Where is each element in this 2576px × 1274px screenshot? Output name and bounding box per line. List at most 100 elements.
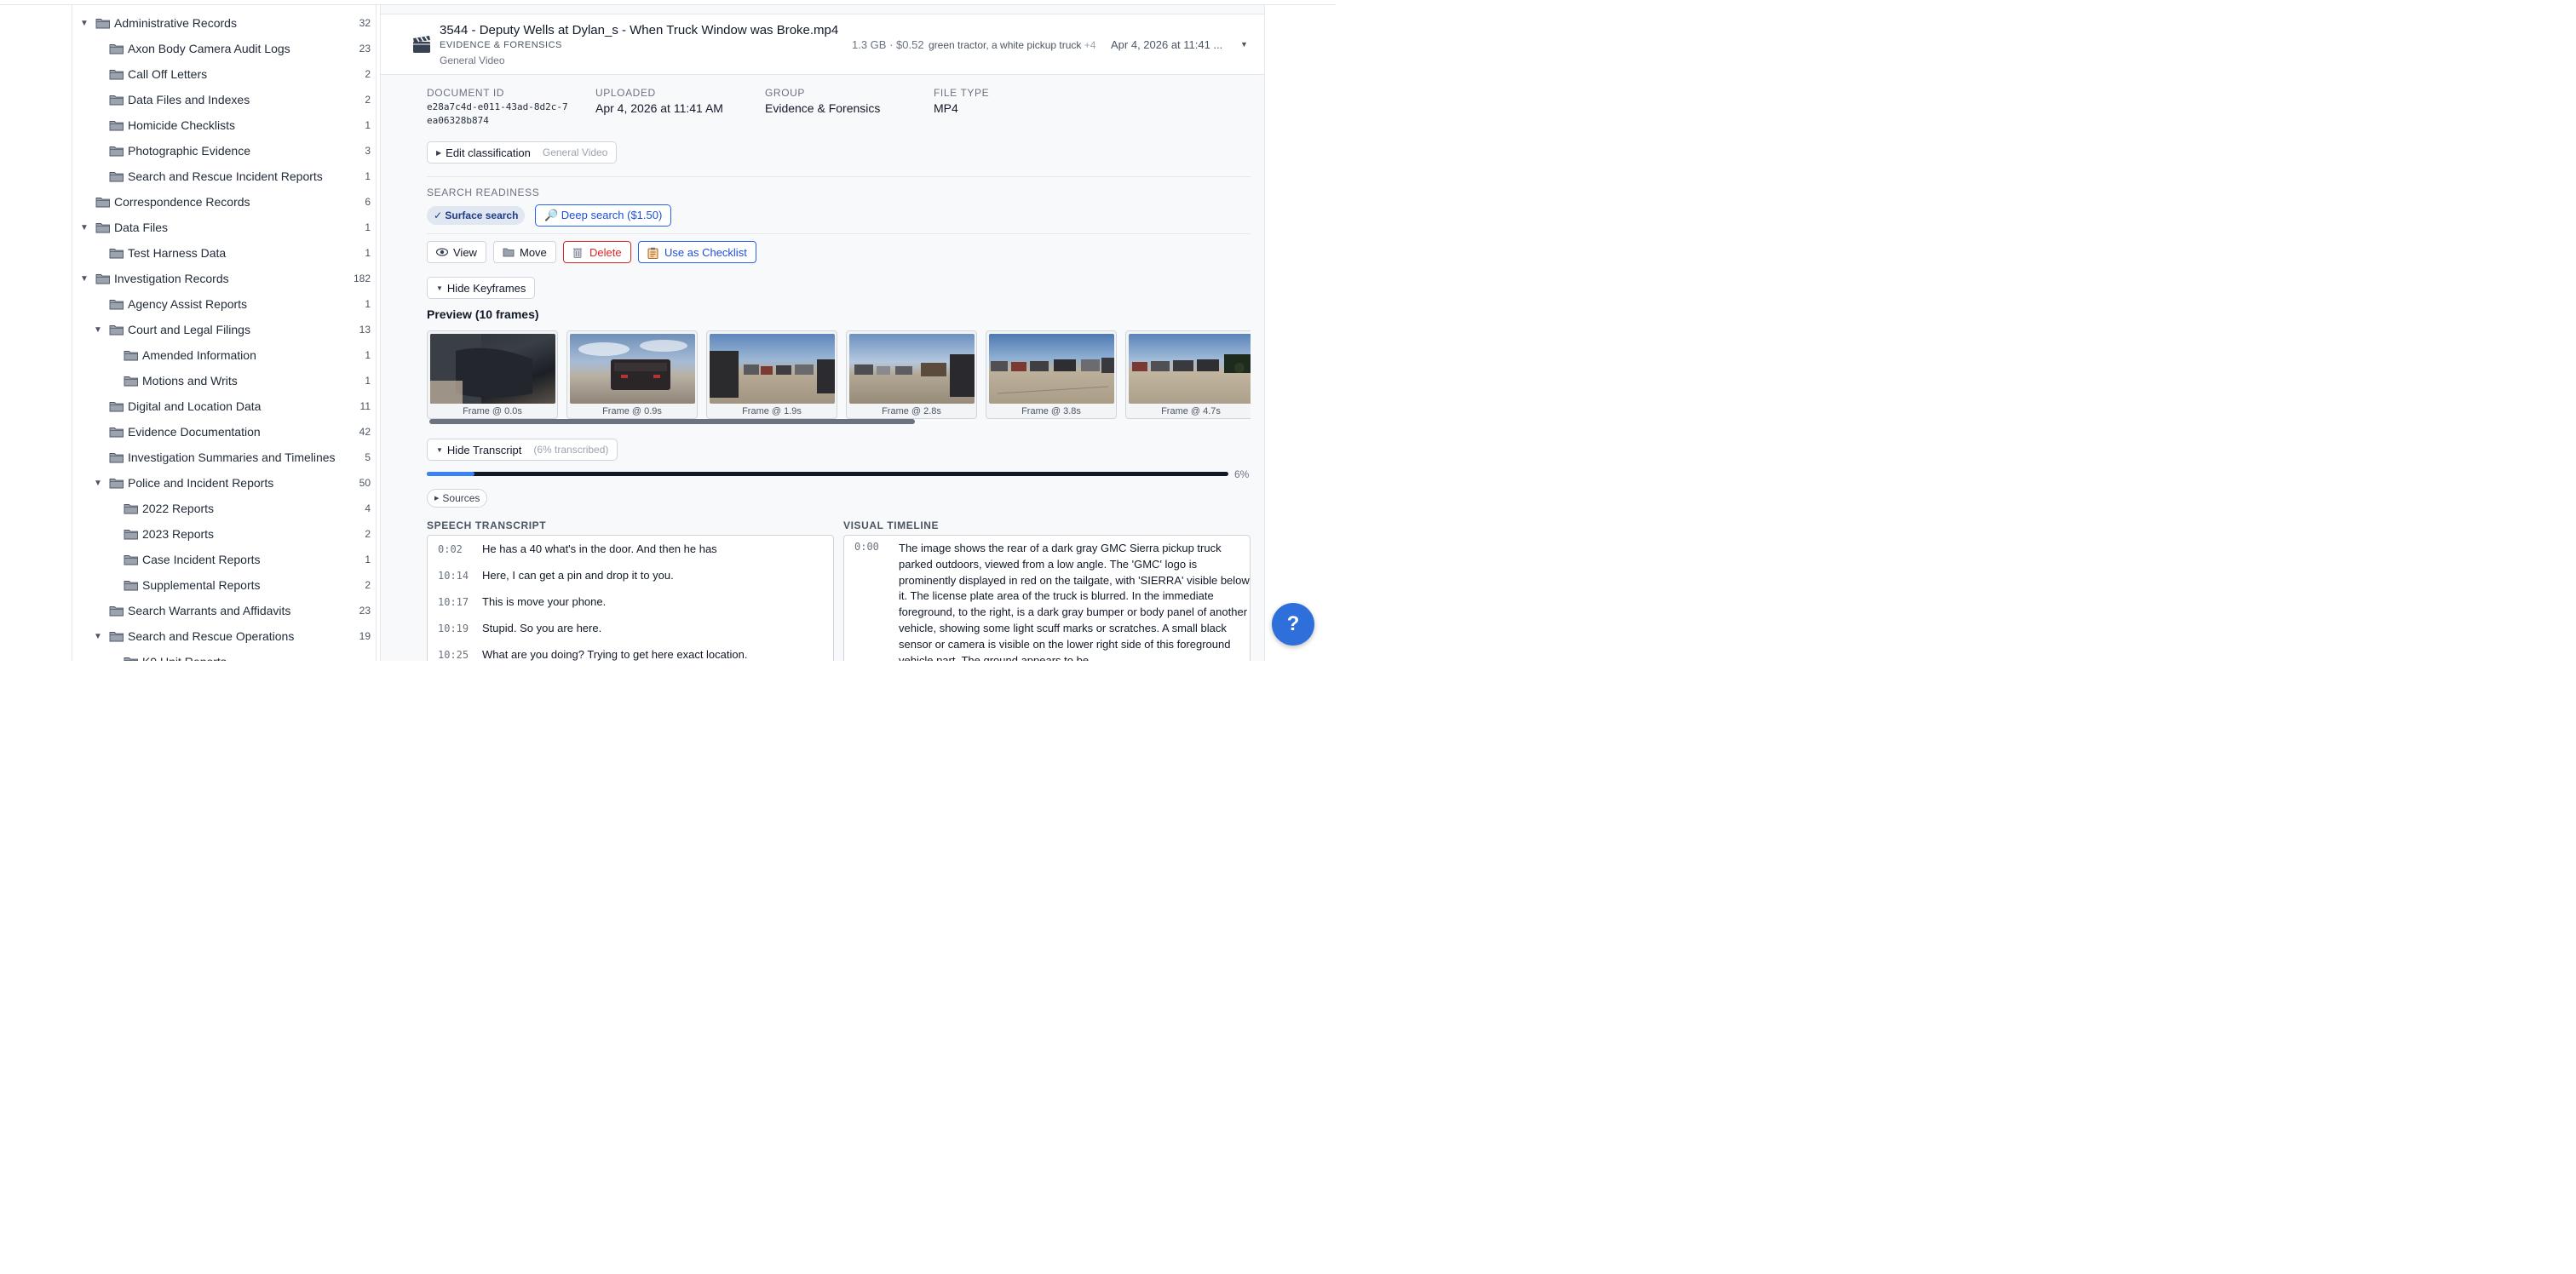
folder-icon <box>109 428 124 438</box>
transcript-line[interactable]: 10:19 Stupid. So you are here. <box>438 622 601 634</box>
keyframe-thumbnail[interactable]: Frame @ 0.9s <box>566 330 698 419</box>
group-label: GROUP <box>765 87 806 99</box>
sidebar-folder-item[interactable]: 2022 Reports 4 <box>72 496 371 521</box>
transcript-line[interactable]: 10:14 Here, I can get a pin and drop it t… <box>438 569 674 582</box>
transcript-text: What are you doing? Trying to get here e… <box>482 648 748 661</box>
sidebar-folder-count: 2 <box>365 528 371 540</box>
sidebar-folder-label: Search and Rescue Operations <box>128 629 295 643</box>
edit-classification-label: Edit classification <box>446 146 531 159</box>
sidebar-folder-item[interactable]: Investigation Summaries and Timelines 5 <box>72 445 371 470</box>
eye-icon <box>435 247 449 257</box>
file-header[interactable]: 3544 - Deputy Wells at Dylan_s - When Tr… <box>381 14 1264 75</box>
deep-search-button[interactable]: 🔎 Deep search ($1.50) <box>535 204 672 227</box>
sidebar-folder-count: 4 <box>365 502 371 514</box>
sidebar-folder-item[interactable]: Homicide Checklists 1 <box>72 112 371 138</box>
delete-button[interactable]: Delete <box>563 241 631 263</box>
sidebar-folder-item[interactable]: Evidence Documentation 42 <box>72 419 371 445</box>
keyframe-thumbnail[interactable]: Frame @ 0.0s <box>427 330 558 419</box>
file-tags-more[interactable]: +4 <box>1084 39 1096 51</box>
transcript-line[interactable]: 10:17 This is move your phone. <box>438 595 606 608</box>
sidebar-folder-item[interactable]: Case Incident Reports 1 <box>72 547 371 572</box>
use-as-checklist-label: Use as Checklist <box>664 245 747 259</box>
sidebar-folder-label: Agency Assist Reports <box>128 297 248 311</box>
sidebar-folder-item[interactable]: ▼ Data Files 1 <box>72 215 371 240</box>
sidebar-folder-count: 13 <box>359 324 371 336</box>
keyframe-thumbnail[interactable]: Frame @ 4.7s <box>1125 330 1251 419</box>
keyframe-strip[interactable]: Frame @ 0.0s Frame @ 0.9s Frame @ 1.9s F… <box>427 330 1251 421</box>
keyframe-caption: Frame @ 4.7s <box>1161 406 1221 416</box>
sidebar-folder-item[interactable]: K9 Unit Reports <box>72 649 371 661</box>
transcript-timestamp[interactable]: 10:17 <box>438 596 482 608</box>
visual-timestamp[interactable]: 0:00 <box>854 541 879 553</box>
sidebar-folder-item[interactable]: Search and Rescue Incident Reports 1 <box>72 164 371 189</box>
move-button[interactable]: Move <box>493 241 556 263</box>
speech-transcript-panel[interactable]: 0:02 He has a 40 what's in the door. And … <box>427 535 834 661</box>
expand-caret-icon[interactable]: ▼ <box>93 632 103 641</box>
transcript-text: Here, I can get a pin and drop it to you… <box>482 569 674 582</box>
help-button[interactable]: ? <box>1272 603 1314 646</box>
transcript-timestamp[interactable]: 0:02 <box>438 543 482 555</box>
clipboard-icon <box>647 247 659 259</box>
sidebar-folder-item[interactable]: ▼ Court and Legal Filings 13 <box>72 317 371 342</box>
hide-transcript-button[interactable]: ▼ Hide Transcript (6% transcribed) <box>427 439 618 461</box>
keyframe-thumbnail[interactable]: Frame @ 3.8s <box>986 330 1117 419</box>
sidebar-folder-label: Administrative Records <box>114 16 237 30</box>
folder-icon <box>109 606 124 617</box>
transcript-timestamp[interactable]: 10:25 <box>438 649 482 661</box>
hide-keyframes-button[interactable]: ▼ Hide Keyframes <box>427 277 536 299</box>
sidebar-folder-item[interactable]: ▼ Administrative Records 32 <box>72 10 371 36</box>
keyframe-thumbnail[interactable]: Frame @ 1.9s <box>706 330 837 419</box>
move-label: Move <box>520 245 547 259</box>
sidebar-folder-item[interactable]: Digital and Location Data 11 <box>72 393 371 419</box>
expand-caret-icon[interactable]: ▼ <box>79 19 89 28</box>
sidebar-folder-item[interactable]: Photographic Evidence 3 <box>72 138 371 164</box>
sidebar-folder-item[interactable]: Motions and Writs 1 <box>72 368 371 393</box>
sidebar-folder-item[interactable]: Amended Information 1 <box>72 342 371 368</box>
transcript-timestamp[interactable]: 10:19 <box>438 623 482 634</box>
keyframe-caption: Frame @ 1.9s <box>742 406 802 416</box>
hide-keyframes-label: Hide Keyframes <box>446 281 526 295</box>
sidebar-folder-label: K9 Unit Reports <box>142 655 227 661</box>
sidebar-folder-label: Photographic Evidence <box>128 144 250 158</box>
sources-toggle[interactable]: ▶ Sources <box>427 489 488 508</box>
use-as-checklist-button[interactable]: Use as Checklist <box>638 241 756 263</box>
sidebar-folder-label: Axon Body Camera Audit Logs <box>128 42 290 55</box>
sidebar-folder-item[interactable]: ▼ Police and Incident Reports 50 <box>72 470 371 496</box>
transcript-line[interactable]: 0:02 He has a 40 what's in the door. And … <box>438 542 717 555</box>
caret-right-icon: ▶ <box>436 148 442 157</box>
transcript-status: (6% transcribed) <box>533 444 609 456</box>
expand-caret-icon[interactable]: ▼ <box>93 325 103 335</box>
expand-caret-icon[interactable]: ▼ <box>79 274 89 284</box>
transcript-timestamp[interactable]: 10:14 <box>438 570 482 582</box>
visual-timeline-panel[interactable]: 0:00 The image shows the rear of a dark … <box>843 535 1251 661</box>
sidebar-folder-count: 3 <box>365 145 371 157</box>
keyframe-thumbnail[interactable]: Frame @ 2.8s <box>846 330 977 419</box>
sidebar-folder-item[interactable]: Correspondence Records 6 <box>72 189 371 215</box>
expand-caret-icon[interactable]: ▼ <box>79 223 89 232</box>
sidebar-folder-item[interactable]: Test Harness Data 1 <box>72 240 371 266</box>
sidebar-folder-item[interactable]: 2023 Reports 2 <box>72 521 371 547</box>
sidebar-folder-item[interactable]: Search Warrants and Affidavits 23 <box>72 598 371 623</box>
transcription-progress-fill <box>427 472 475 476</box>
sidebar-folder-label: 2022 Reports <box>142 502 215 515</box>
folder-icon <box>109 146 124 157</box>
sidebar-folder-count: 6 <box>365 196 371 208</box>
sidebar-folder-item[interactable]: Call Off Letters 2 <box>72 61 371 87</box>
expand-caret-icon[interactable]: ▼ <box>93 479 103 488</box>
sidebar-folder-item[interactable]: Axon Body Camera Audit Logs 23 <box>72 36 371 61</box>
delete-label: Delete <box>589 245 622 259</box>
view-button[interactable]: View <box>427 241 486 263</box>
edit-classification-button[interactable]: ▶ Edit classification General Video <box>427 141 618 164</box>
keyframe-scrollbar[interactable] <box>429 419 915 424</box>
transcript-line[interactable]: 10:25 What are you doing? Trying to get h… <box>438 648 747 661</box>
sidebar-folder-count: 23 <box>359 605 371 617</box>
sidebar-folder-item[interactable]: Data Files and Indexes 2 <box>72 87 371 112</box>
folder-icon <box>124 657 138 661</box>
folder-icon <box>109 632 124 642</box>
chevron-down-icon[interactable]: ▼ <box>1240 40 1248 49</box>
sidebar-folder-item[interactable]: ▼ Investigation Records 182 <box>72 266 371 291</box>
sidebar-folder-item[interactable]: Agency Assist Reports 1 <box>72 291 371 317</box>
sidebar-folder-item[interactable]: ▼ Search and Rescue Operations 19 <box>72 623 371 649</box>
sidebar-folder-item[interactable]: Supplemental Reports 2 <box>72 572 371 598</box>
sidebar-folder-label: Case Incident Reports <box>142 553 261 566</box>
